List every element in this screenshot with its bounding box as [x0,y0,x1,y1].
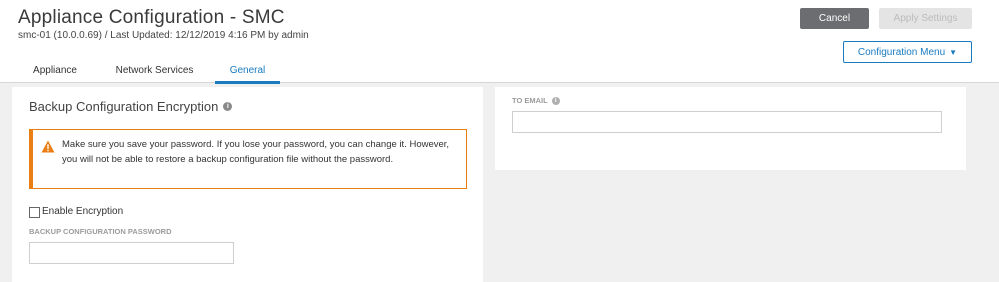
enable-encryption-label[interactable]: Enable Encryption [42,206,123,217]
warning-icon [41,140,55,153]
to-email-label: TO EMAIL i [512,96,560,105]
tab-appliance[interactable]: Appliance [18,58,92,83]
section-title-text: Backup Configuration Encryption [29,99,219,114]
info-icon[interactable]: i [223,102,233,111]
email-panel: TO EMAIL i [495,87,966,170]
enable-encryption-checkbox[interactable] [29,207,40,218]
apply-settings-button[interactable]: Apply Settings [879,8,972,29]
tab-label: Appliance [33,65,77,76]
warning-alert: Make sure you save your password. If you… [29,129,467,189]
section-title: Backup Configuration Encryption i [29,99,233,114]
to-email-label-text: TO EMAIL [512,96,548,105]
page-header: Appliance Configuration - SMC smc-01 (10… [0,0,999,84]
cancel-button[interactable]: Cancel [800,8,869,29]
tab-label: Network Services [115,65,194,76]
page-title: Appliance Configuration - SMC [18,7,285,28]
to-email-input[interactable] [512,111,942,133]
info-icon[interactable]: i [551,96,560,105]
tab-general[interactable]: General [215,58,280,84]
backup-password-input[interactable] [29,242,234,264]
tab-network-services[interactable]: Network Services [101,58,208,83]
active-tab-indicator [215,81,280,84]
backup-encryption-panel: Backup Configuration Encryption i Make s… [12,87,483,282]
warning-message: Make sure you save your password. If you… [62,139,450,165]
caret-down-icon: ▼ [949,47,958,57]
configuration-menu-label: Configuration Menu [857,46,946,58]
page-subtitle: smc-01 (10.0.0.69) / Last Updated: 12/12… [18,30,309,41]
tab-label: General [229,65,266,76]
tab-bar: Appliance Network Services General [0,58,999,84]
backup-password-label: BACKUP CONFIGURATION PASSWORD [29,227,172,236]
